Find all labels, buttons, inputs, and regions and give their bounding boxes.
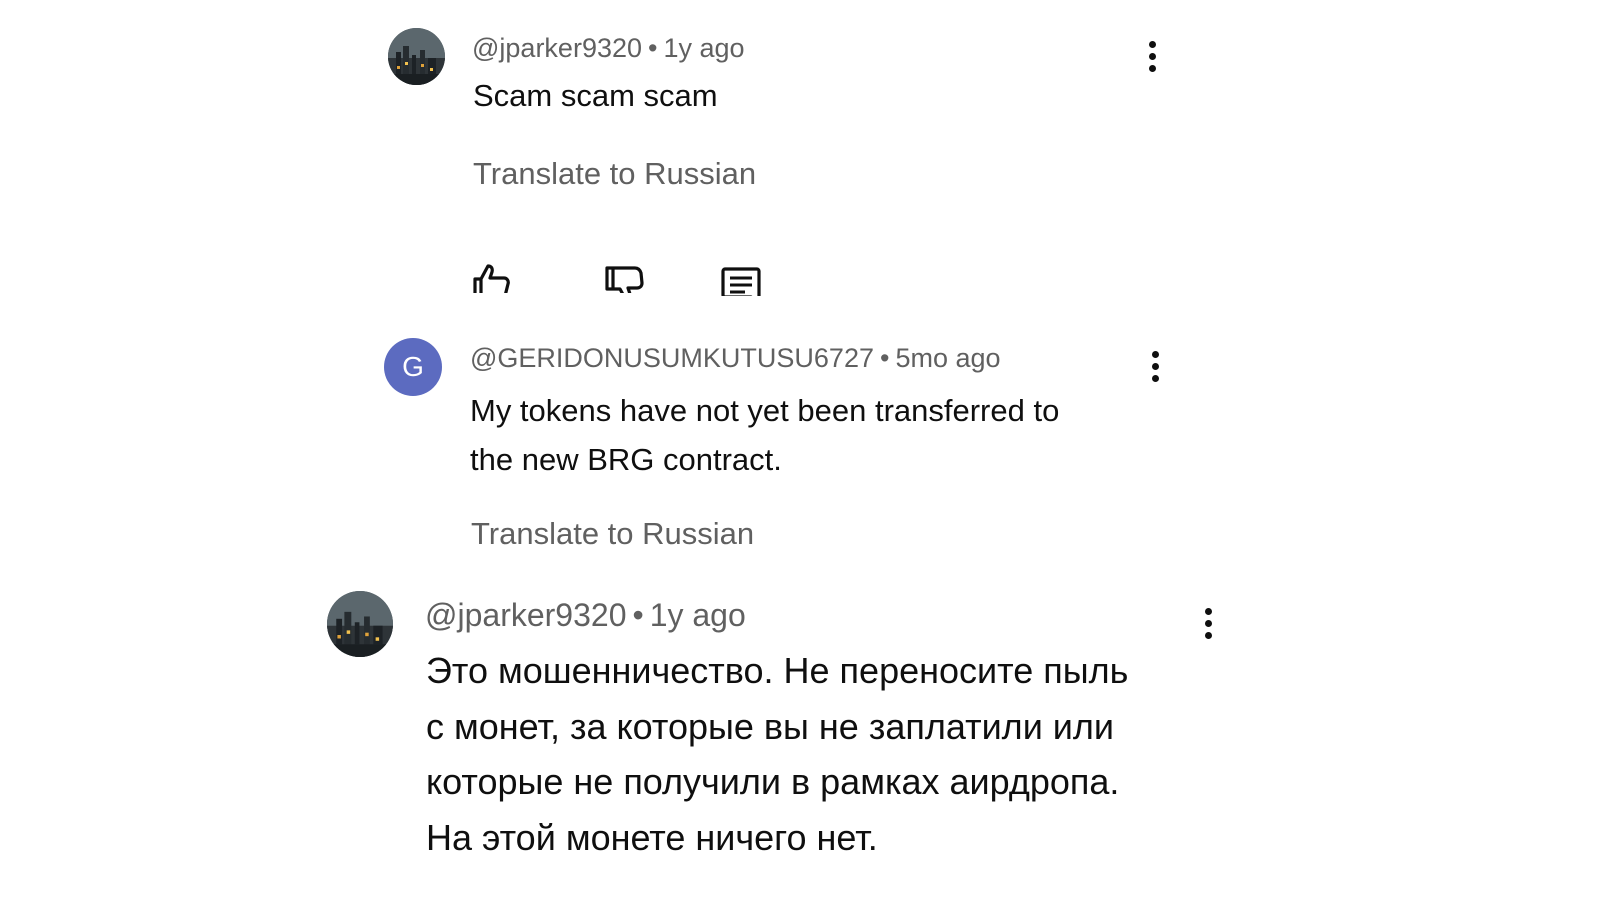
comment-1-avatar[interactable] — [388, 28, 445, 85]
comment-1-time[interactable]: 1y ago — [663, 33, 744, 63]
meta-separator: • — [648, 33, 658, 63]
comment-1-more-button[interactable] — [1142, 36, 1162, 76]
comment-1-meta: @jparker9320 • 1y ago — [472, 32, 745, 64]
more-dot — [1151, 362, 1159, 370]
comment-3-meta: @jparker9320 • 1y ago — [425, 596, 746, 634]
comment-1-translate-button[interactable]: Translate to Russian — [473, 155, 756, 193]
comment-2-text-line: the new BRG contract. — [470, 442, 782, 477]
avatar-photo-icon — [388, 28, 445, 85]
comment-2-more-button[interactable] — [1145, 346, 1165, 386]
meta-separator: • — [632, 597, 644, 633]
comment-1-text: Scam scam scam — [473, 78, 718, 113]
like-button[interactable] — [472, 263, 512, 293]
comment-3-more-button[interactable] — [1198, 603, 1218, 643]
meta-separator: • — [880, 343, 890, 373]
comment-2-avatar[interactable]: G — [384, 338, 442, 396]
more-dot — [1151, 350, 1159, 358]
more-dot — [1148, 64, 1156, 72]
comment-2-author[interactable]: @GERIDONUSUMKUTUSU6727 — [470, 343, 874, 373]
comment-2-text-line: My tokens have not yet been transferred … — [470, 393, 1060, 428]
more-dot — [1204, 619, 1212, 627]
comment-3-time[interactable]: 1y ago — [650, 597, 746, 633]
comment-3-text-line: с монет, за которые вы не заплатили или — [426, 705, 1115, 747]
more-dot — [1151, 374, 1159, 382]
comment-2-meta: @GERIDONUSUMKUTUSU6727 • 5mo ago — [470, 342, 1001, 374]
more-dot — [1148, 40, 1156, 48]
comment-2-translate-button[interactable]: Translate to Russian — [471, 515, 754, 553]
comment-3-text-line: которые не получили в рамках аирдропа. — [426, 761, 1120, 802]
comment-3-text-line: Это мошенничество. Не переносите пыль — [426, 650, 1129, 691]
avatar-letter: G — [402, 351, 424, 382]
dislike-button[interactable] — [604, 263, 644, 293]
thumbs-down-icon — [605, 266, 644, 293]
comment-3-author[interactable]: @jparker9320 — [425, 597, 626, 633]
avatar-photo-icon — [327, 591, 393, 657]
more-dot — [1204, 607, 1212, 615]
thumbs-up-icon — [473, 264, 510, 293]
comment-3-text-line: На этой монете ничего нет. — [426, 816, 878, 858]
reply-button[interactable] — [721, 266, 761, 296]
comment-2-time[interactable]: 5mo ago — [895, 343, 1000, 373]
comment-3-avatar[interactable] — [327, 591, 393, 657]
comment-3-text: Это мошенничество. Не переносите пыль с … — [426, 643, 1128, 865]
comment-2-text: My tokens have not yet been transferred … — [470, 386, 1059, 484]
more-dot — [1204, 631, 1212, 639]
reply-icon — [721, 267, 761, 296]
more-dot — [1148, 52, 1156, 60]
comment-1-author[interactable]: @jparker9320 — [472, 33, 642, 63]
